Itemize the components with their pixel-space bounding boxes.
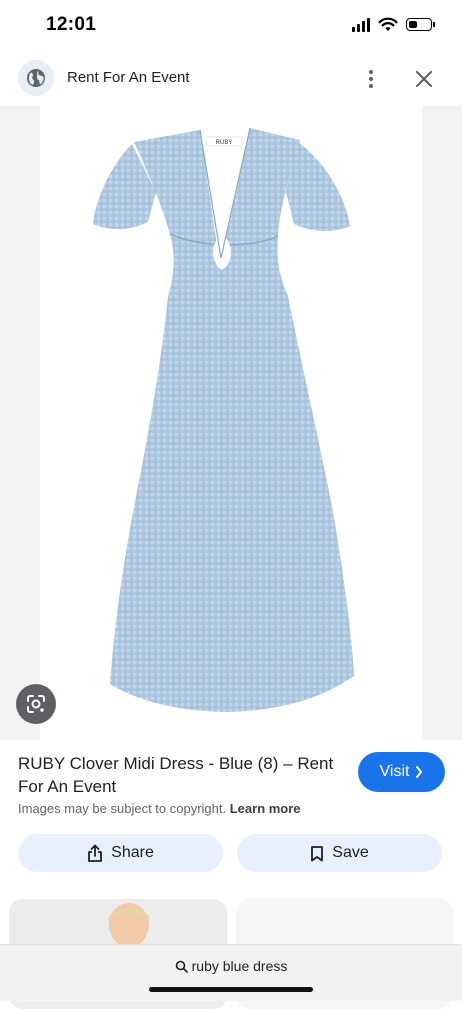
brand-label: RUBY (216, 140, 233, 146)
product-image: RUBY (40, 106, 422, 740)
lens-icon (27, 695, 45, 713)
copyright-text: Images may be subject to copyright. (18, 801, 227, 816)
page-title: Rent For An Event (67, 69, 190, 86)
bottom-search-bar[interactable]: ruby blue dress (0, 944, 462, 1001)
search-query-text: ruby blue dress (191, 958, 288, 974)
home-indicator[interactable] (149, 987, 313, 992)
cellular-signal-icon (352, 17, 370, 32)
share-icon (88, 844, 103, 862)
search-icon (175, 960, 188, 973)
visit-button[interactable]: Visit (358, 752, 445, 792)
share-label: Share (111, 844, 154, 861)
share-button[interactable]: Share (18, 834, 223, 872)
status-bar: 12:01 (0, 0, 462, 54)
visit-label: Visit (379, 763, 410, 780)
status-icons (352, 17, 435, 32)
image-viewer[interactable]: RUBY (0, 106, 462, 740)
more-options-icon[interactable] (360, 66, 382, 92)
bookmark-icon (311, 845, 324, 861)
save-button[interactable]: Save (237, 834, 442, 872)
learn-more-link[interactable]: Learn more (230, 801, 301, 816)
page-header: Rent For An Event (0, 54, 462, 104)
product-title[interactable]: RUBY Clover Midi Dress - Blue (8) – Rent… (18, 752, 338, 798)
search-query[interactable]: ruby blue dress (0, 958, 462, 974)
save-label: Save (332, 844, 369, 861)
dress-illustration: RUBY (93, 127, 354, 712)
status-time: 12:01 (46, 14, 97, 35)
copyright-notice: Images may be subject to copyright. Lear… (18, 801, 301, 816)
site-globe-icon (18, 60, 54, 96)
lens-search-button[interactable] (16, 684, 56, 724)
close-icon[interactable] (411, 66, 437, 92)
wifi-icon (378, 17, 398, 31)
chevron-right-icon (416, 766, 423, 778)
battery-icon (406, 18, 435, 31)
